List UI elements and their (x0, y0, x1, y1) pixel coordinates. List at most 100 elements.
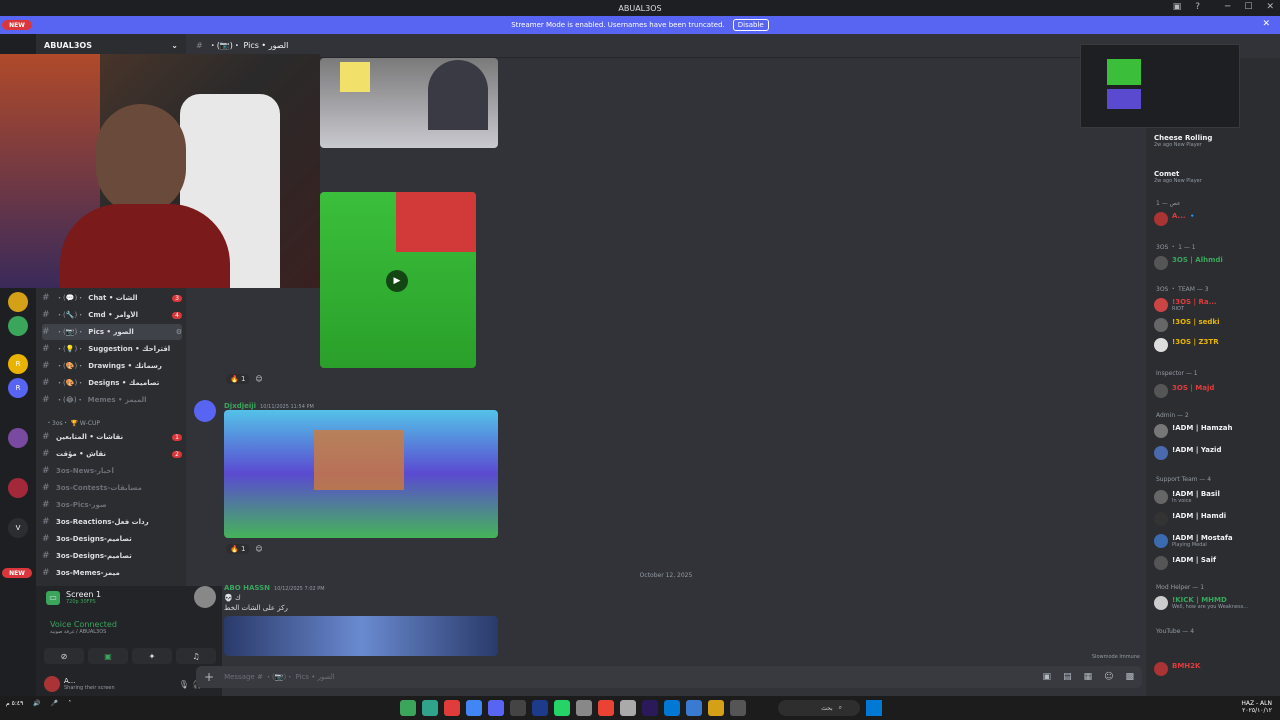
activity-card[interactable]: Cheese Rolling 2w ago New Player (1154, 134, 1278, 148)
channel-item[interactable]: # نقاش • مؤقت 2 (42, 446, 182, 462)
plus-icon[interactable]: + (204, 670, 214, 684)
minimize-button[interactable]: ─ (1225, 2, 1230, 12)
member-item[interactable]: 3OS | Alhmdi (1154, 256, 1278, 270)
volume-icon[interactable]: 🔊 (33, 700, 40, 707)
add-reaction-icon[interactable]: ☺ (255, 375, 262, 383)
channel-item-active[interactable]: # ・(📷)・ Pics • الصور ⚙ (42, 324, 182, 340)
taskbar-search[interactable]: بحث ⌕ (778, 700, 860, 716)
message-author[interactable]: Djxdjeiji 10/11/2025 11:54 PM (224, 402, 314, 410)
member-item[interactable]: !ADM | Yazid (1154, 446, 1278, 460)
app-icon[interactable] (532, 700, 548, 716)
app-icon[interactable] (510, 700, 526, 716)
app-icon[interactable] (444, 700, 460, 716)
mic-icon[interactable]: 🎤 (51, 700, 58, 707)
server-icon[interactable] (8, 292, 28, 312)
channel-item[interactable]: # ・(🔧)・ Cmd • الأوامر 4 (42, 307, 182, 323)
server-icon[interactable]: R (8, 378, 28, 398)
voice-connected-status[interactable]: Voice Connected غرفة صوتية / ABUAL3OS (50, 620, 117, 635)
sticker-icon[interactable]: ▦ (1084, 672, 1093, 682)
avatar[interactable] (194, 400, 216, 422)
discord-icon[interactable] (488, 700, 504, 716)
reaction[interactable]: 🔥 1 (226, 544, 250, 554)
windows-start-icon[interactable] (866, 700, 882, 716)
member-item[interactable]: !ADM | Basil In voice (1154, 490, 1278, 504)
server-icon[interactable]: V (8, 518, 28, 538)
server-icon[interactable] (8, 478, 28, 498)
whatsapp-icon[interactable] (554, 700, 570, 716)
channel-item[interactable]: # ・(🎨)・ Drawings • رسماتك (42, 358, 182, 374)
member-item[interactable]: !ADM | Hamdi (1154, 512, 1278, 526)
app-icon[interactable] (730, 700, 746, 716)
disable-streamer-mode-button[interactable]: Disable (732, 19, 769, 31)
channel-item[interactable]: # 3os-Pics-صور (42, 497, 182, 513)
channel-item[interactable]: # 3os-Designs-تصاميم (42, 531, 182, 547)
category-header[interactable]: ・3os・ 🏆 W-CUP (46, 418, 100, 427)
activity-card[interactable]: Comet 2w ago New Player (1154, 170, 1278, 184)
member-item[interactable]: A... 🔹 (1154, 212, 1278, 226)
close-icon[interactable]: ✕ (1262, 19, 1270, 29)
message-image[interactable] (224, 616, 498, 656)
channel-item[interactable]: # 3os-News-أخبار (42, 463, 182, 479)
inbox-icon[interactable]: ▣ (1173, 2, 1182, 12)
reaction[interactable]: 🔥 1 (226, 374, 250, 384)
screen-share-status[interactable]: ▭ Screen 1 720p 30FPS (46, 590, 101, 605)
apps-icon[interactable]: ▩ (1125, 672, 1134, 682)
channel-item[interactable]: # ・(🎨)・ Designs • تصاميمك (42, 375, 182, 391)
channel-item[interactable]: # ・(💬)・ Chat • الشات 3 (42, 290, 182, 306)
server-icon[interactable] (8, 428, 28, 448)
message-author[interactable]: ABO HASSN 10/12/2025 7:02 PM (224, 584, 325, 592)
message-image[interactable] (320, 58, 498, 148)
activities-button[interactable]: ✦ (132, 648, 172, 664)
message-image[interactable] (224, 410, 498, 538)
app-icon[interactable] (400, 700, 416, 716)
message-video[interactable]: ▶ (320, 192, 476, 368)
member-item[interactable]: 3OS | Majd (1154, 384, 1278, 398)
app-icon[interactable] (576, 700, 592, 716)
help-icon[interactable]: ? (1195, 2, 1200, 12)
play-icon[interactable]: ▶ (386, 270, 408, 292)
member-item[interactable]: !ADM | Hamzah (1154, 424, 1278, 438)
app-icon[interactable] (664, 700, 680, 716)
server-icon[interactable]: R (8, 354, 28, 374)
app-icon[interactable] (422, 700, 438, 716)
mic-icon[interactable]: 🎙 (179, 680, 189, 689)
chrome-icon[interactable] (466, 700, 482, 716)
member-item[interactable]: !3OS | Ra... RIOT (1154, 298, 1278, 312)
channel-item[interactable]: # ・(😂)・ Memes • الميمز (42, 392, 182, 408)
avatar (1154, 512, 1168, 526)
channel-item[interactable]: # 3os-Designs-تصاميم (42, 548, 182, 564)
screen-share-preview[interactable] (1080, 44, 1240, 128)
premiere-icon[interactable] (642, 700, 658, 716)
avatar[interactable] (194, 586, 216, 608)
user-panel[interactable]: A... Sharing their screen 🎙 🎧 ⚙ (44, 676, 214, 692)
member-item[interactable]: !ADM | Saif (1154, 556, 1278, 570)
message-composer[interactable]: + Message # ・(📷)・ Pics • الصور ▣ ▤ ▦ ☺ ▩ (196, 666, 1142, 688)
gift-icon[interactable]: ▣ (1043, 672, 1052, 682)
member-item[interactable]: !3OS | sedki (1154, 318, 1278, 332)
camera-off-button[interactable]: ⊘ (44, 648, 84, 664)
app-icon[interactable] (686, 700, 702, 716)
emoji-icon[interactable]: ☺ (1104, 672, 1113, 682)
app-icon[interactable] (620, 700, 636, 716)
chrome-icon[interactable] (598, 700, 614, 716)
member-item[interactable]: !KICK | MHMD Well, how are you Weakness..… (1154, 596, 1278, 610)
add-reaction-icon[interactable]: ☺ (255, 545, 262, 553)
member-item[interactable]: BMH2K (1154, 662, 1278, 676)
message-input[interactable]: Message # ・(📷)・ Pics • الصور (224, 672, 335, 682)
close-button[interactable]: ✕ (1266, 2, 1274, 12)
member-item[interactable]: !ADM | Mostafa Playing Medal (1154, 534, 1278, 548)
member-item[interactable]: !3OS | Z3TR (1154, 338, 1278, 352)
hash-icon: # (42, 432, 50, 442)
folder-icon[interactable] (708, 700, 724, 716)
screen-share-button[interactable]: ▣ (88, 648, 128, 664)
chevron-up-icon[interactable]: ˄ (68, 700, 71, 707)
gif-icon[interactable]: ▤ (1063, 672, 1072, 682)
channel-item[interactable]: # 3os-Contests-مسابقات (42, 480, 182, 496)
channel-item[interactable]: # ・(💡)・ Suggestion • اقتراحك (42, 341, 182, 357)
channel-item[interactable]: # 3os-Memes-ميمز (42, 565, 182, 581)
channel-item[interactable]: # 3os-Reactions-ردات فعل (42, 514, 182, 530)
server-icon[interactable] (8, 316, 28, 336)
gear-icon[interactable]: ⚙ (176, 328, 182, 336)
maximize-button[interactable]: ☐ (1244, 2, 1252, 12)
channel-item[interactable]: # نقاشات • المتابعين 1 (42, 429, 182, 445)
